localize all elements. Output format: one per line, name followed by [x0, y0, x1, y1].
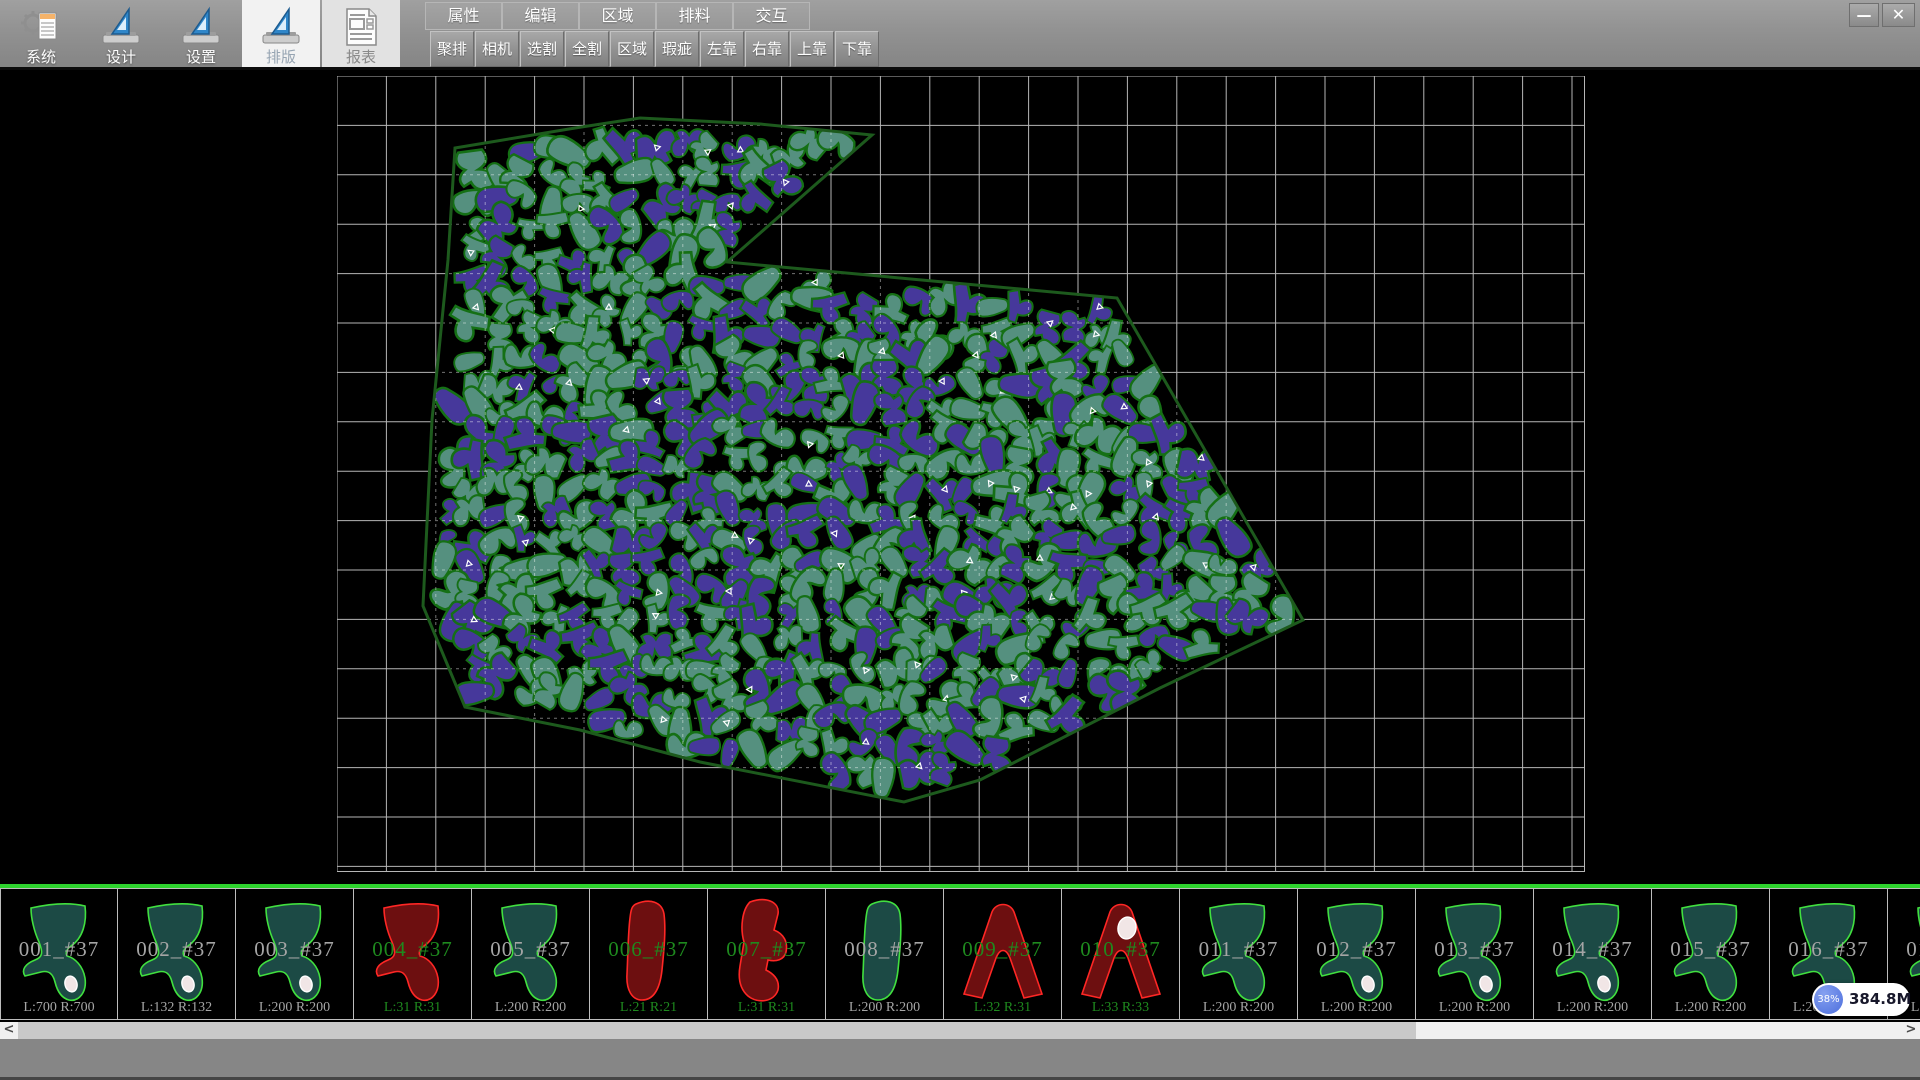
piece-thumbnail-15[interactable]: 015_#37 L:200 R:200 [1652, 888, 1770, 1020]
tool-button-5[interactable]: 区域 [610, 31, 654, 67]
tool-button-7[interactable]: 左靠 [700, 31, 744, 67]
system-gear-icon [18, 6, 64, 48]
big-button-label: 设置 [186, 48, 216, 66]
nesting-canvas[interactable] [337, 76, 1585, 872]
piece-id-label: 007_#37 [708, 937, 825, 962]
piece-thumbnail-2[interactable]: 002_#37 L:132 R:132 [118, 888, 236, 1020]
tool-button-2[interactable]: 相机 [475, 31, 519, 67]
piece-id-label: 008_#37 [826, 937, 943, 962]
set-square-icon [258, 6, 304, 48]
big-button-2[interactable]: 设计 [82, 0, 160, 67]
menu-tab-4[interactable]: 排料 [656, 2, 733, 30]
piece-thumbnail-11[interactable]: 011_#37 L:200 R:200 [1180, 888, 1298, 1020]
piece-id-label: 009_#37 [944, 937, 1061, 962]
set-square-icon [98, 6, 144, 48]
memory-value: 384.8M [1849, 983, 1911, 1016]
tool-button-4[interactable]: 全割 [565, 31, 609, 67]
piece-lr-label: L:700 R:700 [1, 1000, 117, 1016]
piece-id-label: 014_#37 [1534, 937, 1651, 962]
big-button-5[interactable]: 报表 [322, 0, 400, 67]
piece-id-label: 015_#37 [1652, 937, 1769, 962]
tool-button-9[interactable]: 上靠 [790, 31, 834, 67]
piece-thumbnail-9[interactable]: 009_#37 L:32 R:31 [944, 888, 1062, 1020]
toolbar: 系统 设计 设置 排版 报表属性编辑区域排料交互聚排相机选割全割区域瑕疵左靠右靠… [0, 0, 1920, 70]
piece-id-label: 003_#37 [236, 937, 353, 962]
piece-id-label: 013_#37 [1416, 937, 1533, 962]
menu-tab-1[interactable]: 属性 [425, 2, 502, 30]
tool-button-8[interactable]: 右靠 [745, 31, 789, 67]
piece-thumbnail-7[interactable]: 007_#37 L:31 R:31 [708, 888, 826, 1020]
memory-percent-badge: 38% [1814, 985, 1843, 1014]
piece-lr-label: L:200 R:200 [826, 1000, 943, 1016]
set-square-icon [178, 6, 224, 48]
tool-button-6[interactable]: 瑕疵 [655, 31, 699, 67]
piece-id-label: 010_#37 [1062, 937, 1179, 962]
minimize-icon[interactable]: — [1849, 3, 1879, 27]
piece-id-label: 012_#37 [1298, 937, 1415, 962]
scrollbar-thumb[interactable] [18, 1022, 1416, 1039]
piece-thumbnail-strip: 001_#37 L:700 R:700 002_#37 L:132 R:132 00… [0, 888, 1920, 1020]
big-button-1[interactable]: 系统 [2, 0, 80, 67]
piece-id-label: 017_#37 [1888, 937, 1920, 962]
report-icon [338, 6, 384, 48]
close-icon[interactable]: ✕ [1882, 3, 1915, 27]
piece-lr-label: L:31 R:31 [708, 1000, 825, 1016]
menu-tab-3[interactable]: 区域 [579, 2, 656, 30]
piece-lr-label: L:200 R:200 [1416, 1000, 1533, 1016]
piece-thumbnail-3[interactable]: 003_#37 L:200 R:200 [236, 888, 354, 1020]
piece-lr-label: L:132 R:132 [118, 1000, 235, 1016]
scroll-right-icon[interactable]: > [1902, 1022, 1920, 1039]
piece-lr-label: L:200 R:200 [1534, 1000, 1651, 1016]
memory-badge: 38% 384.8M [1812, 983, 1910, 1016]
big-button-label: 排版 [266, 48, 296, 66]
status-bar [0, 1039, 1920, 1080]
piece-lr-label: L:200 R:200 [236, 1000, 353, 1016]
piece-id-label: 016_#37 [1770, 937, 1887, 962]
piece-id-label: 006_#37 [590, 937, 707, 962]
piece-id-label: 005_#37 [472, 937, 589, 962]
piece-thumbnail-5[interactable]: 005_#37 L:200 R:200 [472, 888, 590, 1020]
piece-lr-label: L:31 R:31 [354, 1000, 471, 1016]
piece-thumbnail-6[interactable]: 006_#37 L:21 R:21 [590, 888, 708, 1020]
piece-id-label: 002_#37 [118, 937, 235, 962]
piece-thumbnail-10[interactable]: 010_#37 L:33 R:33 [1062, 888, 1180, 1020]
piece-lr-label: L:21 R:21 [590, 1000, 707, 1016]
scroll-left-icon[interactable]: < [0, 1022, 18, 1039]
piece-id-label: 004_#37 [354, 937, 471, 962]
big-button-3[interactable]: 设置 [162, 0, 240, 67]
big-button-label: 报表 [346, 48, 376, 66]
piece-id-label: 011_#37 [1180, 937, 1297, 962]
piece-lr-label: L:200 R:200 [1652, 1000, 1769, 1016]
menu-tab-2[interactable]: 编辑 [502, 2, 579, 30]
piece-lr-label: L:200 R:200 [1298, 1000, 1415, 1016]
piece-thumbnail-1[interactable]: 001_#37 L:700 R:700 [0, 888, 118, 1020]
app-window: 系统 设计 设置 排版 报表属性编辑区域排料交互聚排相机选割全割区域瑕疵左靠右靠… [0, 0, 1920, 1080]
tool-button-3[interactable]: 选割 [520, 31, 564, 67]
big-button-4[interactable]: 排版 [242, 0, 320, 67]
piece-thumbnail-8[interactable]: 008_#37 L:200 R:200 [826, 888, 944, 1020]
menu-tab-5[interactable]: 交互 [733, 2, 810, 30]
horizontal-scrollbar[interactable]: < > [0, 1022, 1920, 1039]
piece-lr-label: L:200 R:200 [472, 1000, 589, 1016]
tool-button-1[interactable]: 聚排 [430, 31, 474, 67]
piece-thumbnail-12[interactable]: 012_#37 L:200 R:200 [1298, 888, 1416, 1020]
piece-thumbnail-4[interactable]: 004_#37 L:31 R:31 [354, 888, 472, 1020]
piece-thumbnail-14[interactable]: 014_#37 L:200 R:200 [1534, 888, 1652, 1020]
piece-lr-label: L:200 R:200 [1180, 1000, 1297, 1016]
big-button-label: 系统 [26, 48, 56, 66]
tool-button-10[interactable]: 下靠 [835, 31, 879, 67]
workspace [0, 70, 1920, 884]
big-button-label: 设计 [106, 48, 136, 66]
piece-lr-label: L:33 R:33 [1062, 1000, 1179, 1016]
piece-lr-label: L:32 R:31 [944, 1000, 1061, 1016]
piece-id-label: 001_#37 [1, 937, 117, 962]
piece-thumbnail-13[interactable]: 013_#37 L:200 R:200 [1416, 888, 1534, 1020]
